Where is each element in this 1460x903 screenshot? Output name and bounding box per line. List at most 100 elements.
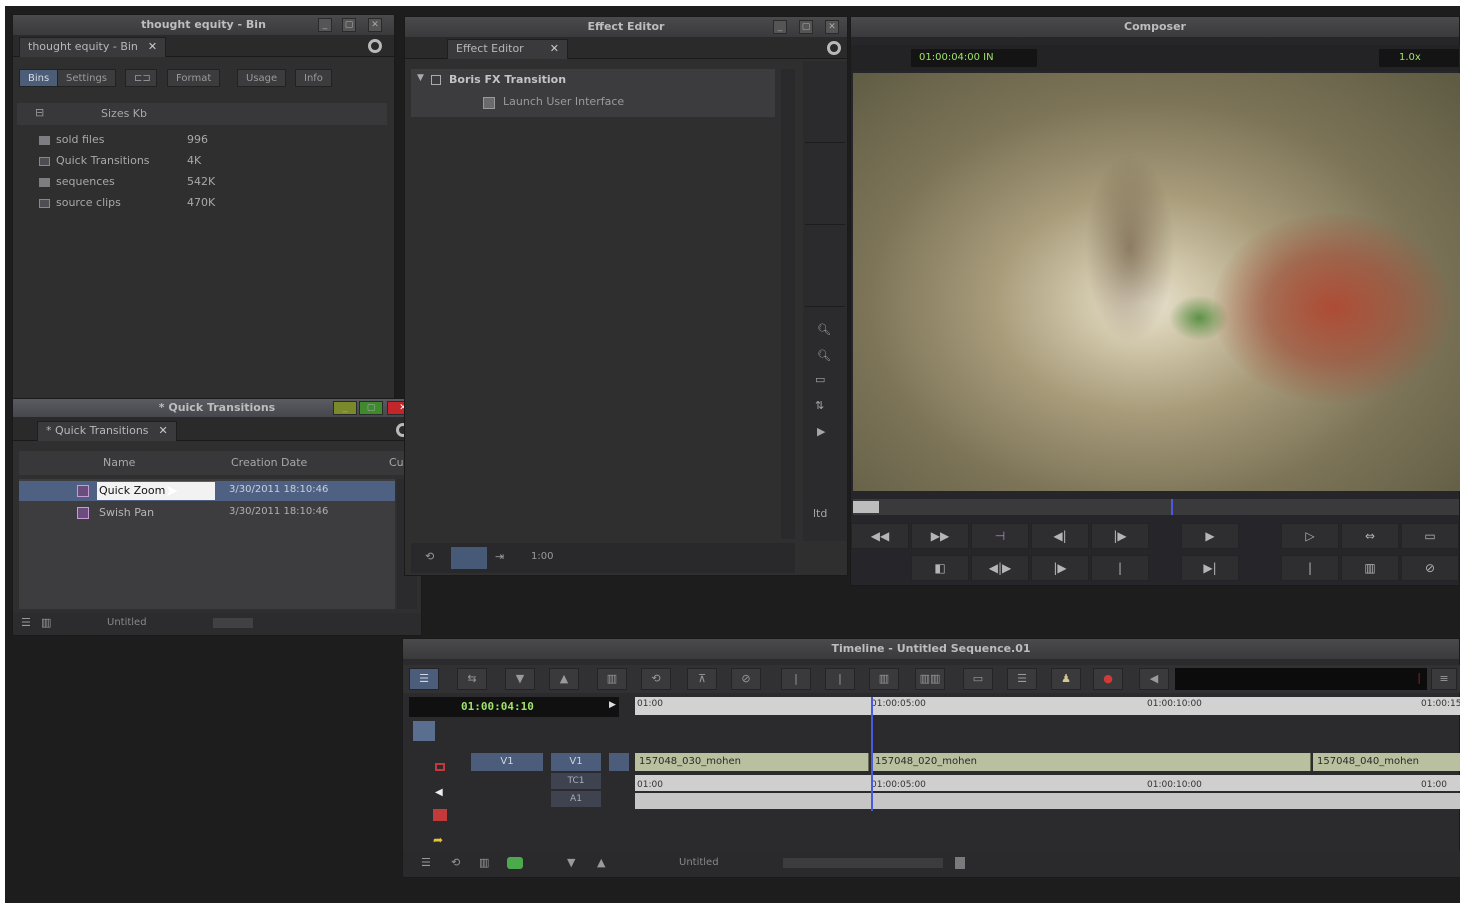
position-bar[interactable] xyxy=(853,499,1459,515)
effect-editor-tab[interactable]: Effect Editor ✕ xyxy=(447,39,568,59)
track-button-tc1[interactable]: TC1 xyxy=(551,773,601,789)
split-icon[interactable]: ⇅ xyxy=(815,399,824,412)
step-icon[interactable]: ⇥ xyxy=(495,550,504,563)
minimize-button[interactable]: _ xyxy=(333,401,357,415)
tool-button-down[interactable]: ▼ xyxy=(505,668,535,690)
table-row[interactable]: Swish Pan 3/30/2011 18:10:46 xyxy=(19,503,395,523)
tool-button-list[interactable]: ☰ xyxy=(1007,668,1037,690)
bin-close-button[interactable]: ✕ xyxy=(368,18,382,32)
play-loop-button[interactable]: ▷ xyxy=(1281,523,1339,549)
timecode-display[interactable]: 01:00:04:00 IN xyxy=(911,49,1037,67)
timeline-position-indicator[interactable] xyxy=(871,697,873,811)
subtab-bins[interactable]: Bins xyxy=(19,69,59,87)
loop-icon[interactable]: ⟲ xyxy=(425,550,434,563)
table-row[interactable]: Quick Zoom 3/30/2011 18:10:46 xyxy=(19,481,395,501)
tool-button-mark-in[interactable]: | xyxy=(781,668,811,690)
column-header-name[interactable]: Name xyxy=(103,456,135,469)
go-to-in-button[interactable]: ◧ xyxy=(911,555,969,581)
composer-titlebar[interactable]: Composer xyxy=(851,17,1459,37)
launch-ui-icon[interactable] xyxy=(483,97,495,109)
track-panel-button[interactable] xyxy=(413,721,435,741)
subtab-usage[interactable]: Usage xyxy=(237,69,287,87)
lift-button[interactable]: | xyxy=(1281,555,1339,581)
effect-editor-scrollbar[interactable] xyxy=(781,69,795,539)
mark-button[interactable]: ⊣ xyxy=(971,523,1029,549)
play-button[interactable]: ▶ xyxy=(1181,523,1239,549)
bin-sort-icon[interactable]: ⊟ xyxy=(35,106,44,119)
close-icon[interactable]: ✕ xyxy=(550,42,559,55)
position-indicator[interactable] xyxy=(1171,499,1173,515)
track-button-a1[interactable]: A1 xyxy=(551,791,601,807)
gear-icon[interactable] xyxy=(827,41,841,55)
column-header-size[interactable]: Sizes Kb xyxy=(101,107,147,120)
minimize-button[interactable]: _ xyxy=(773,20,787,34)
close-icon[interactable]: ✕ xyxy=(148,40,157,53)
timeline-scroll[interactable] xyxy=(783,858,943,868)
subtab-settings[interactable]: Settings xyxy=(57,69,117,87)
loop-icon[interactable]: ⟲ xyxy=(451,856,460,869)
view-icon[interactable]: ▥ xyxy=(41,616,51,629)
video-track-monitor[interactable]: V1 xyxy=(471,753,543,771)
keyframe-button[interactable] xyxy=(451,547,487,569)
menu-icon[interactable]: ☰ xyxy=(21,616,31,629)
clear-marks-button[interactable]: ⊘ xyxy=(1401,555,1459,581)
gear-icon[interactable] xyxy=(368,39,382,53)
scroll-thumb[interactable] xyxy=(955,857,965,869)
reduce-icon[interactable]: ▭ xyxy=(815,373,825,386)
timeline-menu-button[interactable]: ≡ xyxy=(1431,668,1457,690)
timeline-clip[interactable]: 157048_030_mohen xyxy=(635,753,869,771)
view-selector[interactable]: Untitled xyxy=(679,857,719,868)
splice-button[interactable]: ⇔ xyxy=(1341,523,1399,549)
list-item[interactable]: sequences 542K xyxy=(17,171,387,192)
play-in-out-button[interactable]: ◀|▶ xyxy=(971,555,1029,581)
zoom-up-icon[interactable]: ▲ xyxy=(597,856,605,869)
tool-button-up[interactable]: ▲ xyxy=(549,668,579,690)
quick-transitions-tab[interactable]: * Quick Transitions ✕ xyxy=(37,421,177,441)
close-button[interactable]: ✕ xyxy=(825,20,839,34)
mark-out-button[interactable]: ▶| xyxy=(1181,555,1239,581)
tool-button-overwrite[interactable]: ▥ xyxy=(597,668,627,690)
tool-button-no-entry[interactable]: ⊘ xyxy=(731,668,761,690)
tool-button-record[interactable]: ● xyxy=(1093,668,1123,690)
list-item[interactable]: Quick Transitions 4K xyxy=(17,150,387,171)
footer-scroll[interactable] xyxy=(213,618,253,628)
subtab-settings-icon[interactable]: ⊏⊐ xyxy=(125,69,157,87)
expand-triangle-icon[interactable]: ▼ xyxy=(417,73,424,83)
mark-in-button[interactable]: | xyxy=(1091,555,1149,581)
maximize-button[interactable]: ▢ xyxy=(799,20,813,34)
fast-forward-button[interactable]: ▶▶ xyxy=(911,523,969,549)
track-lock-button[interactable] xyxy=(609,753,629,771)
timeline-ruler[interactable]: 01:00 01:00:05:00 01:00:10:00 01:00:15:0… xyxy=(635,697,1460,715)
maximize-button[interactable]: ▢ xyxy=(359,401,383,415)
timeline-titlebar[interactable]: Timeline - Untitled Sequence.01 xyxy=(403,639,1459,659)
list-item[interactable]: source clips 470K xyxy=(17,192,387,213)
tool-button-align[interactable]: ⊼ xyxy=(687,668,717,690)
tool-button-extract[interactable]: ▥▥ xyxy=(915,668,945,690)
tool-button-person[interactable]: ♟ xyxy=(1051,668,1081,690)
timeline-clip[interactable]: 157048_040_mohen xyxy=(1313,753,1460,771)
close-icon[interactable]: ✕ xyxy=(159,424,168,437)
subtab-format[interactable]: Format xyxy=(167,69,221,87)
effect-enable-checkbox[interactable] xyxy=(431,75,441,85)
zoom-in-icon[interactable]: 🔍︎ xyxy=(817,323,831,336)
extract-button[interactable]: ▥ xyxy=(1341,555,1399,581)
launch-ui-label[interactable]: Launch User Interface xyxy=(503,95,624,108)
tool-button-lift[interactable]: ▥ xyxy=(869,668,899,690)
bin-maximize-button[interactable]: ▢ xyxy=(342,18,356,32)
zoom-out-icon[interactable]: 🔍︎ xyxy=(817,349,831,362)
name-field[interactable]: Quick Zoom xyxy=(97,482,215,500)
list-item[interactable]: sold files 996 xyxy=(17,129,387,150)
overwrite-button[interactable]: ▭ xyxy=(1401,523,1459,549)
play-icon[interactable]: ▶ xyxy=(817,425,825,438)
tool-button-clip[interactable]: ▭ xyxy=(963,668,993,690)
tool-button-segment[interactable]: ☰ xyxy=(409,668,439,690)
view-selector[interactable]: Untitled xyxy=(107,617,147,628)
red-square-icon[interactable] xyxy=(435,763,445,771)
timecode-menu-icon[interactable]: ▶ xyxy=(609,700,616,710)
bin-tab[interactable]: thought equity - Bin ✕ xyxy=(19,37,167,57)
render-icon[interactable]: ltd xyxy=(813,507,827,520)
step-forward-button[interactable]: |▶ xyxy=(1091,523,1149,549)
tool-button-trim[interactable]: ⟲ xyxy=(641,668,671,690)
yellow-arrow-icon[interactable]: ➦ xyxy=(433,833,443,847)
column-header-creation-date[interactable]: Creation Date xyxy=(231,456,307,469)
